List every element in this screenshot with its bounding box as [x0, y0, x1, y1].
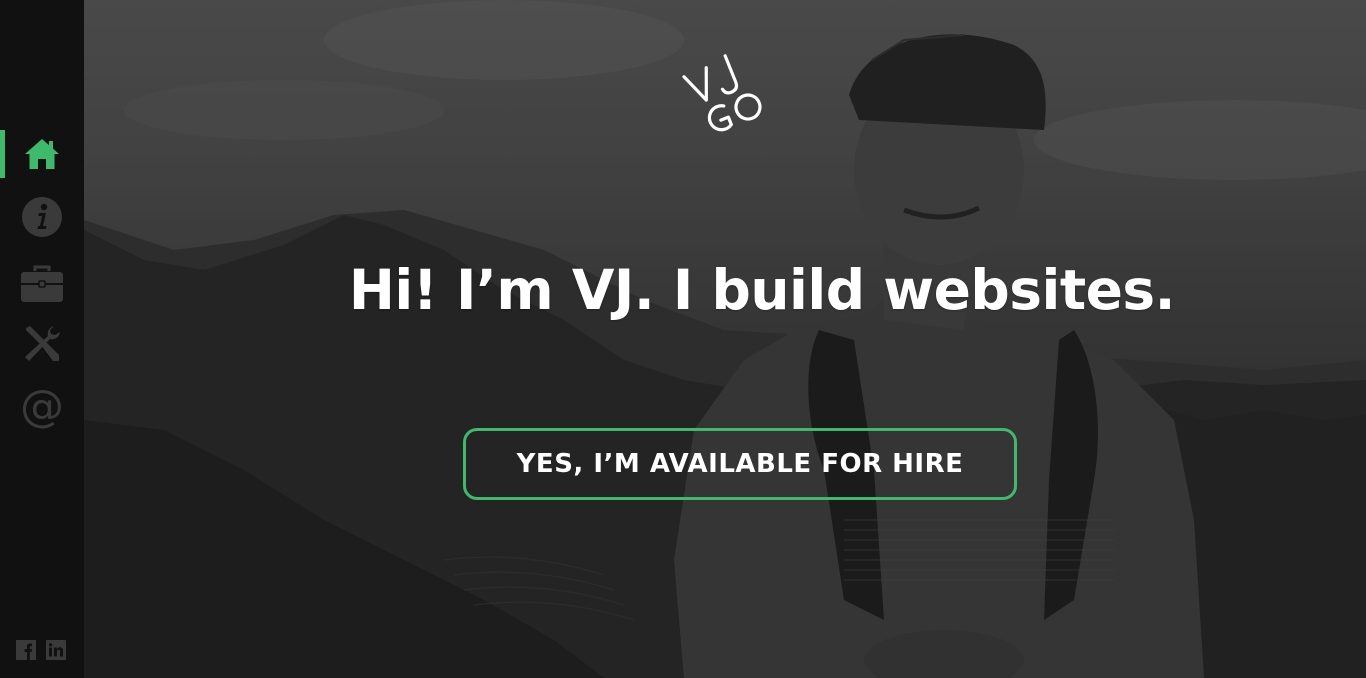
info-icon: [21, 196, 63, 238]
linkedin-link[interactable]: [46, 640, 66, 664]
app-root: @ Hi! I’m VJ. I build websites. YES, I’M…: [0, 0, 1366, 678]
vjgo-logo[interactable]: [676, 40, 776, 140]
svg-text:@: @: [21, 385, 63, 429]
facebook-link[interactable]: [16, 640, 36, 664]
linkedin-icon: [46, 640, 66, 664]
sidebar-item-portfolio[interactable]: [0, 260, 84, 308]
at-icon: @: [21, 385, 63, 429]
facebook-icon: [16, 640, 36, 664]
sidebar-item-about[interactable]: [0, 193, 84, 241]
home-icon: [23, 135, 61, 173]
hero-headline: Hi! I’m VJ. I build websites.: [348, 258, 1176, 322]
briefcase-icon: [20, 265, 64, 303]
sidebar-item-home[interactable]: [0, 130, 84, 178]
sidebar-nav: @: [0, 0, 84, 678]
hero-section: Hi! I’m VJ. I build websites. YES, I’M A…: [84, 0, 1366, 678]
available-for-hire-button[interactable]: YES, I’M AVAILABLE FOR HIRE: [463, 428, 1017, 500]
sidebar-item-contact[interactable]: @: [0, 383, 84, 431]
tools-icon: [21, 323, 63, 365]
sidebar-item-skills[interactable]: [0, 320, 84, 368]
